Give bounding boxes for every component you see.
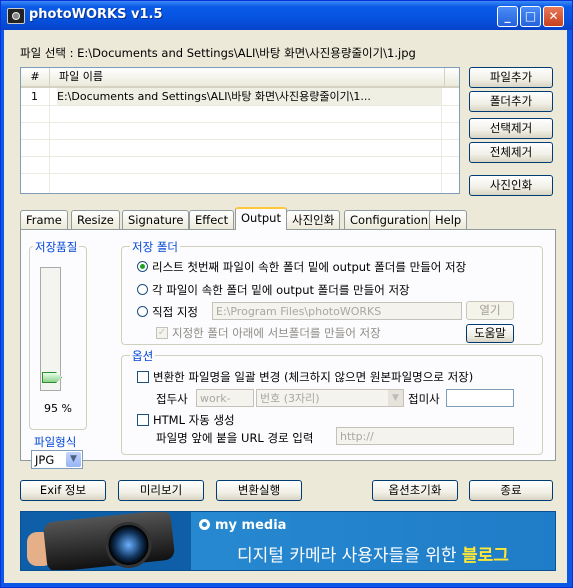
chevron-down-icon: ▼ [388, 390, 403, 406]
prefix-label: 접두사 [156, 392, 188, 406]
grid-line [21, 105, 459, 106]
grid-line [21, 173, 459, 174]
file-format-value: JPG [35, 453, 55, 467]
suffix-field[interactable] [446, 389, 514, 407]
column-header-number[interactable]: # [21, 68, 50, 86]
grid-line [49, 88, 50, 193]
minimize-icon: _ [504, 9, 511, 23]
maximize-button[interactable]: □ [520, 6, 541, 27]
quality-group: 저장품질 95 % [29, 239, 87, 430]
subfolder-checkbox-label: 지정한 폴더 아래에 서브폴더를 만들어 저장 [172, 326, 381, 340]
number-format-select: 번호 (3자리) ▼ [256, 389, 404, 407]
tab-configuration[interactable]: Configuration [344, 210, 434, 229]
camera-lens-icon [103, 519, 154, 570]
html-generate-checkbox[interactable] [137, 414, 149, 426]
minimize-button[interactable]: _ [497, 6, 518, 27]
quality-slider-thumb[interactable] [42, 372, 62, 383]
file-list[interactable]: # 파일 이름 1 E:\Documents and Settings\ALI\… [20, 67, 460, 194]
radio-custom-folder[interactable] [137, 306, 148, 317]
tab-resize[interactable]: Resize [71, 210, 120, 229]
ad-banner[interactable]: my media 디지털 카메라 사용자들을 위한 블로그 [20, 511, 556, 571]
file-list-header: # 파일 이름 [21, 68, 459, 88]
radio-first-file-folder[interactable] [137, 261, 148, 272]
client-area: 파일 선택 : E:\Documents and Settings\ALI\바탕… [4, 30, 567, 583]
options-group-title: 옵션 [130, 348, 156, 364]
list-item-path: E:\Documents and Settings\ALI\바탕 화면\사진용량… [57, 88, 442, 105]
rename-checkbox[interactable] [137, 371, 149, 383]
exit-button[interactable]: 종료 [469, 480, 553, 501]
banner-slogan-main: 디지털 카메라 사용자들을 위한 [237, 546, 457, 566]
maximize-icon: □ [524, 9, 537, 23]
subfolder-checkbox: ✓ [156, 327, 168, 339]
tab-signature[interactable]: Signature [122, 210, 190, 229]
save-folder-group: 저장 폴더 리스트 첫번째 파일이 속한 폴더 밑에 output 폴더를 만들… [121, 239, 543, 345]
suffix-label: 접미사 [408, 392, 440, 406]
grid-line [21, 139, 459, 140]
output-tab-panel: 저장품질 95 % 파일형식 JPG ▼ 저장 폴더 리스트 첫번째 파일이 속… [20, 229, 556, 469]
help-button[interactable]: 도움말 [466, 324, 514, 343]
list-item[interactable]: 1 E:\Documents and Settings\ALI\바탕 화면\사진… [21, 88, 459, 105]
preview-button[interactable]: 미리보기 [118, 480, 204, 501]
radio-custom-folder-label[interactable]: 직접 지정 [152, 304, 198, 320]
remove-selected-button[interactable]: 선택제거 [469, 118, 553, 139]
open-folder-button: 열기 [466, 301, 514, 320]
window-title: photoWORKS v1.5 [29, 7, 163, 22]
exif-info-button[interactable]: Exif 정보 [20, 480, 106, 501]
url-prefix-label: 파일명 앞에 붙을 URL 경로 입력 [156, 431, 314, 445]
grid-line [441, 88, 442, 193]
radio-first-file-folder-label[interactable]: 리스트 첫번째 파일이 속한 폴더 밑에 output 폴더를 만들어 저장 [152, 259, 466, 275]
add-file-button[interactable]: 파일추가 [469, 67, 553, 88]
format-group-title: 파일형식 [32, 434, 79, 450]
number-format-value: 번호 (3자리) [260, 392, 320, 405]
add-folder-button[interactable]: 폴더추가 [469, 91, 553, 112]
list-item-number: 1 [31, 90, 38, 103]
remove-all-button[interactable]: 전체제거 [469, 142, 553, 163]
prefix-field: work- [196, 389, 254, 407]
camera-body [42, 512, 176, 570]
chevron-down-icon: ▼ [66, 452, 81, 467]
radio-each-file-folder-label[interactable]: 각 파일이 속한 폴더 밑에 output 폴더를 만들어 저장 [152, 282, 410, 298]
quality-value: 95 % [44, 402, 72, 415]
file-format-select[interactable]: JPG ▼ [31, 450, 83, 469]
grid-line [21, 156, 459, 157]
app-window: photoWORKS v1.5 _ □ ✕ 파일 선택 : E:\Documen… [0, 0, 573, 588]
tab-print-photo[interactable]: 사진인화 [286, 210, 341, 229]
camera-app-icon [7, 8, 25, 24]
file-select-label: 파일 선택 : E:\Documents and Settings\ALI\바탕… [20, 46, 416, 60]
title-bar[interactable]: photoWORKS v1.5 _ □ ✕ [1, 1, 572, 30]
radio-each-file-folder[interactable] [137, 284, 148, 295]
custom-folder-path-field: E:\Program Files\photoWORKS [212, 302, 462, 320]
format-group: 파일형식 JPG ▼ [29, 434, 85, 476]
quality-slider[interactable] [40, 267, 62, 391]
convert-button[interactable]: 변환실행 [216, 480, 302, 501]
camera-image [21, 512, 191, 570]
quality-group-title: 저장품질 [33, 239, 80, 255]
brand-logo-icon [199, 519, 210, 530]
banner-brand: my media [199, 518, 286, 533]
save-folder-group-title: 저장 폴더 [130, 239, 180, 255]
close-icon: ✕ [548, 9, 559, 23]
options-group: 옵션 변환한 파일명을 일괄 변경 (체크하지 않으면 원본파일명으로 저장) … [121, 348, 543, 455]
tab-output[interactable]: Output [235, 207, 287, 230]
banner-slogan-highlight: 블로그 [461, 546, 509, 566]
reset-options-button[interactable]: 옵션초기화 [372, 480, 458, 501]
rename-checkbox-label[interactable]: 변환한 파일명을 일괄 변경 (체크하지 않으면 원본파일명으로 저장) [153, 369, 473, 385]
print-photo-button[interactable]: 사진인화 [469, 175, 553, 196]
url-prefix-field: http:// [336, 427, 514, 445]
column-header-filename[interactable]: 파일 이름 [51, 68, 445, 86]
banner-brand-text: my media [215, 518, 287, 533]
html-generate-checkbox-label[interactable]: HTML 자동 생성 [153, 412, 235, 428]
close-button[interactable]: ✕ [543, 6, 564, 27]
tab-help[interactable]: Help [429, 210, 468, 229]
grid-line [21, 122, 459, 123]
tab-effect[interactable]: Effect [189, 210, 235, 229]
banner-slogan: 디지털 카메라 사용자들을 위한 블로그 [237, 541, 509, 566]
tab-frame[interactable]: Frame [20, 210, 68, 229]
